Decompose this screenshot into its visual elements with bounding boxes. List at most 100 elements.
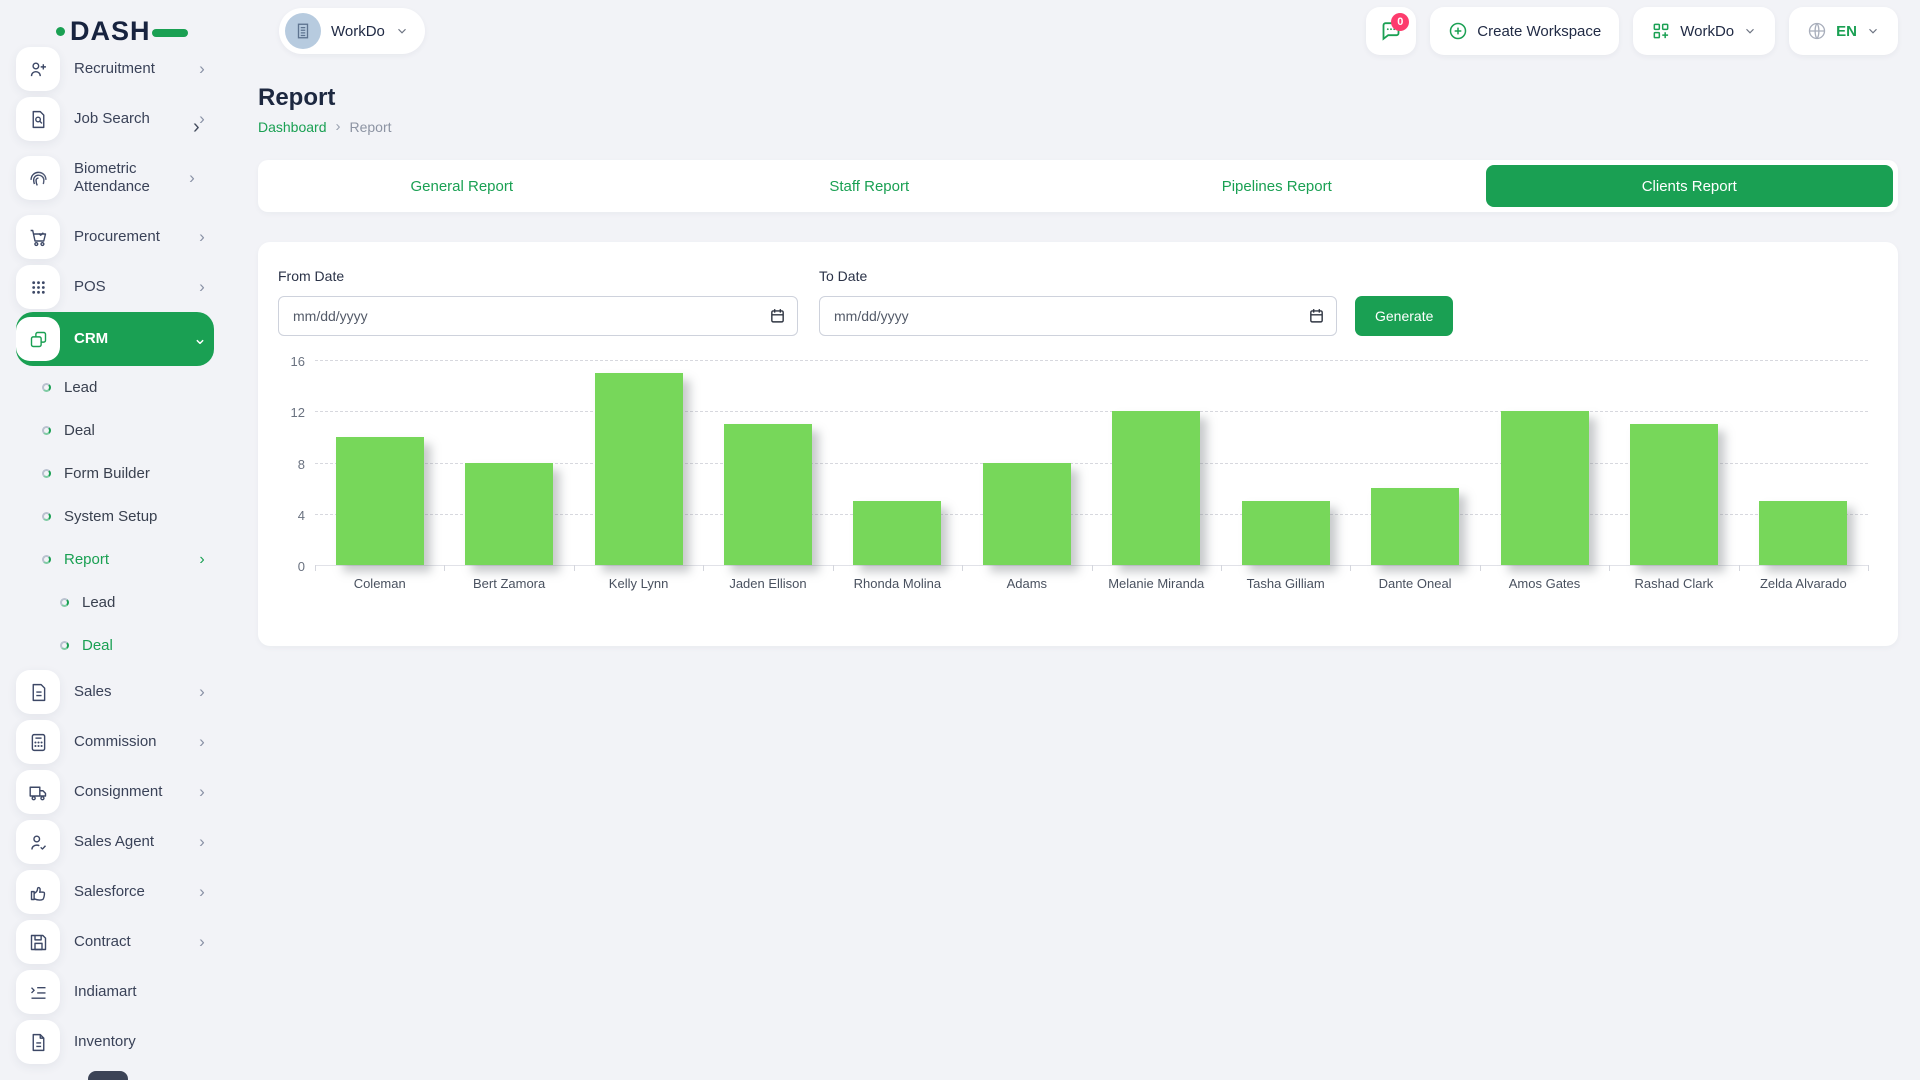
bullet-icon [42,469,51,478]
messages-button[interactable]: 0 [1366,7,1416,55]
sidebar-subitem-deal[interactable]: Deal [16,624,216,667]
chart-x-labels: ColemanBert ZamoraKelly LynnJaden Elliso… [315,576,1868,591]
bar-rashad-clark[interactable] [1630,424,1718,565]
sidebar-item-label: Indiamart [74,983,210,1001]
x-axis-tick [833,565,834,571]
to-date-label: To Date [819,268,867,284]
bar-jaden-ellison[interactable] [724,424,812,565]
sidebar-item-sales[interactable]: Sales› [16,667,216,717]
x-axis-tick [444,565,445,571]
top-header: DASH WorkDo 0 Create Workspace [0,0,1920,62]
bar-slot [833,501,962,565]
sidebar-item-sales-agent[interactable]: Sales Agent› [16,817,216,867]
workspace-selector[interactable]: WorkDo [279,8,425,54]
bullet-icon [60,598,69,607]
to-date-input[interactable] [819,296,1337,336]
sidebar-item-procurement[interactable]: Procurement › [16,212,216,262]
scrollbar-thumb[interactable] [88,1071,128,1080]
from-date-input[interactable] [278,296,798,336]
tab-general-report[interactable]: General Report [258,160,666,212]
plus-circle-icon [1448,21,1468,41]
bar-coleman[interactable] [336,437,424,565]
bar-slot [962,463,1091,566]
workspace-menu-button[interactable]: WorkDo [1633,7,1775,55]
x-category-label: Rashad Clark [1609,576,1738,591]
x-axis-tick [1609,565,1610,571]
sidebar-item-commission[interactable]: Commission› [16,717,216,767]
report-tabs: General ReportStaff ReportPipelines Repo… [258,160,1898,212]
sidebar-item-salesforce[interactable]: Salesforce› [16,867,216,917]
x-category-label: Melanie Miranda [1092,576,1221,591]
sidebar-subitem-label: Lead [82,594,210,611]
x-axis-tick [962,565,963,571]
x-category-label: Kelly Lynn [574,576,703,591]
bar-slot [1221,501,1350,565]
page-title: Report [258,84,335,112]
app-logo[interactable]: DASH [22,16,237,47]
sidebar-item-label: Procurement [74,228,180,246]
tab-staff-report[interactable]: Staff Report [666,160,1074,212]
language-selector[interactable]: EN [1789,7,1898,55]
sidebar-subitem-report[interactable]: Report› [16,538,216,581]
sidebar-subitem-lead[interactable]: Lead [16,366,216,409]
bar-slot [1092,411,1221,565]
tab-clients-report[interactable]: Clients Report [1486,165,1894,207]
bar-melanie-miranda[interactable] [1112,411,1200,565]
y-tick-label: 8 [275,457,305,472]
x-category-label: Zelda Alvarado [1739,576,1868,591]
sidebar-item-biometric-attendance[interactable]: Biometric Attendance› [16,144,216,212]
sidebar-item-inventory[interactable]: Inventory [16,1017,216,1067]
sidebar-item-pos[interactable]: POS› [16,262,216,312]
bar-zelda-alvarado[interactable] [1759,501,1847,565]
sidebar-subitem-label: System Setup [64,508,210,525]
bullet-icon [42,512,51,521]
breadcrumb-current: Report [350,119,392,135]
sidebar-item-label: CRM [74,330,178,348]
sidebar-subitem-system-setup[interactable]: System Setup [16,495,216,538]
bar-slot [315,437,444,565]
x-category-label: Bert Zamora [444,576,573,591]
bar-adams[interactable] [983,463,1071,566]
create-workspace-button[interactable]: Create Workspace [1430,7,1619,55]
sidebar-item-contract[interactable]: Contract› [16,917,216,967]
bullet-icon [42,555,51,564]
bar-tasha-gilliam[interactable] [1242,501,1330,565]
sidebar-collapse-toggle[interactable]: › [193,116,200,139]
y-tick-label: 16 [275,354,305,369]
sidebar-item-label: Job Search [74,110,180,128]
y-tick-label: 0 [275,559,305,574]
x-axis-tick [1480,565,1481,571]
sidebar-item-crm[interactable]: CRM⌄ [16,312,214,366]
bullet-icon [42,383,51,392]
tab-pipelines-report[interactable]: Pipelines Report [1073,160,1481,212]
x-axis-tick [1221,565,1222,571]
chevron-right-icon: › [194,277,210,297]
bar-amos-gates[interactable] [1501,411,1589,565]
sidebar-subitem-lead[interactable]: Lead [16,581,216,624]
sidebar-item-label: Sales [74,683,180,701]
bar-bert-zamora[interactable] [465,463,553,566]
sidebar-subitem-deal[interactable]: Deal [16,409,216,452]
workspace-menu-label: WorkDo [1680,23,1734,40]
sidebar-subitem-label: Form Builder [64,465,210,482]
bar-dante-oneal[interactable] [1371,488,1459,565]
logo-dot [56,27,65,36]
sidebar-item-indiamart[interactable]: Indiamart [16,967,216,1017]
bar-rhonda-molina[interactable] [853,501,941,565]
bar-kelly-lynn[interactable] [595,373,683,565]
chevron-right-icon: › [194,227,210,247]
x-category-label: Coleman [315,576,444,591]
sidebar-subitem-label: Deal [82,637,210,654]
grid-plus-icon [1651,21,1671,41]
breadcrumb-dashboard-link[interactable]: Dashboard [258,119,327,135]
sidebar-item-job-search[interactable]: Job Search › [16,94,216,144]
x-axis-tick [1868,565,1869,571]
chevron-right-icon: › [194,59,210,79]
generate-button[interactable]: Generate [1355,296,1453,336]
sidebar-item-recruitment[interactable]: Recruitment› [16,44,216,94]
procurement-icon [16,215,60,259]
sidebar-item-consignment[interactable]: Consignment› [16,767,216,817]
commission-icon [16,720,60,764]
bar-slot [1350,488,1479,565]
sidebar-subitem-form-builder[interactable]: Form Builder [16,452,216,495]
